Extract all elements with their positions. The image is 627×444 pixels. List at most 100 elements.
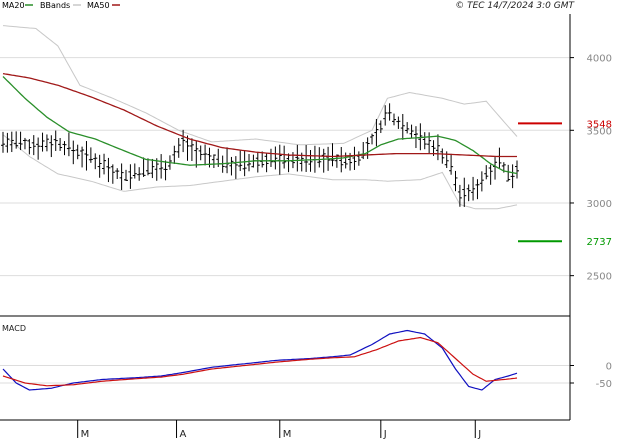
price-tick-label: 4000 xyxy=(587,54,612,65)
price-bar xyxy=(18,131,23,151)
price-bar xyxy=(5,132,10,153)
price-bar xyxy=(229,156,234,176)
price-bar xyxy=(40,132,45,152)
price-bar xyxy=(97,154,102,178)
price-bar xyxy=(264,153,269,173)
price-bar xyxy=(457,184,462,207)
price-bar xyxy=(71,140,76,165)
price-bar xyxy=(124,169,129,181)
month-tick-label: M xyxy=(283,429,292,440)
price-bar xyxy=(49,135,54,158)
price-bar xyxy=(413,126,418,149)
price-bar xyxy=(422,132,427,150)
macd-tick-label: 0 xyxy=(606,362,612,373)
price-bar xyxy=(484,165,489,180)
price-levels: 35482737 xyxy=(518,119,612,248)
price-bar xyxy=(321,148,326,173)
month-tick-label: M xyxy=(81,429,90,440)
price-bar xyxy=(453,170,458,192)
price-bar xyxy=(53,130,58,151)
price-bar xyxy=(203,144,208,166)
legend-ma50-label: MA50 xyxy=(87,1,110,10)
price-bar xyxy=(405,122,410,134)
price-bar xyxy=(479,171,484,192)
price-bar xyxy=(343,152,348,169)
price-bar xyxy=(238,150,243,172)
price-bar xyxy=(449,153,454,175)
price-bar xyxy=(189,138,194,161)
price-bar xyxy=(440,148,445,164)
price-bar xyxy=(370,133,375,145)
legend-ma20-label: MA20 xyxy=(2,1,25,10)
price-bar xyxy=(62,141,67,156)
price-bar xyxy=(260,151,265,168)
price-bar xyxy=(247,154,252,172)
price-bar xyxy=(150,158,155,179)
price-bar xyxy=(471,176,476,201)
price-bar xyxy=(339,146,344,173)
macd-tick-label: -50 xyxy=(596,379,612,390)
bband-line-bbands-1 xyxy=(2,25,518,146)
price-bar xyxy=(418,123,423,151)
macd-lines xyxy=(2,329,518,391)
price-bar xyxy=(1,131,5,153)
legend-bbands-label: BBands xyxy=(40,1,70,10)
price-bar xyxy=(198,145,203,161)
price-bar xyxy=(493,157,498,180)
price-bar xyxy=(435,134,440,161)
price-bar xyxy=(391,113,396,126)
price-bar xyxy=(9,131,14,153)
price-bar xyxy=(510,164,515,189)
price-bar xyxy=(396,116,401,129)
month-tick-label: A xyxy=(180,429,187,440)
price-bar xyxy=(115,168,120,180)
price-bar xyxy=(137,167,142,181)
price-bar xyxy=(317,147,322,168)
price-bar xyxy=(378,120,383,134)
chart-canvas: MA20 BBands MA50 © TEC 14/7/2024 3:0 GMT… xyxy=(0,1,612,440)
ma-line-ma50-3 xyxy=(2,72,517,158)
price-bar xyxy=(58,138,63,151)
price-bar xyxy=(383,105,388,126)
price-bar xyxy=(163,160,168,181)
price-bar xyxy=(308,149,313,172)
price-bar xyxy=(44,134,49,152)
price-bar xyxy=(427,132,432,154)
price-bar xyxy=(233,156,238,179)
price-bars xyxy=(1,103,519,207)
price-bar xyxy=(119,163,124,190)
price-bar xyxy=(84,141,89,171)
price-bar xyxy=(22,137,27,150)
price-bar xyxy=(14,131,19,149)
macd-line-macd xyxy=(2,329,518,391)
price-bar xyxy=(304,144,309,172)
macd-axis: 0 -50 xyxy=(570,362,612,390)
price-bar xyxy=(277,144,282,175)
price-bar xyxy=(361,141,366,160)
price-bar xyxy=(66,132,71,157)
price-bar xyxy=(400,113,405,140)
price-tick-label: 3000 xyxy=(587,199,612,210)
price-bar xyxy=(31,135,36,156)
price-bar xyxy=(211,154,216,169)
price-bar xyxy=(88,147,93,163)
price-bar xyxy=(225,147,230,174)
moving-averages xyxy=(2,72,518,175)
price-bar xyxy=(27,139,32,155)
price-bar xyxy=(110,164,115,184)
bollinger-bands xyxy=(2,25,518,210)
price-bar xyxy=(365,137,370,159)
price-axis: 4000 3500 3000 2500 xyxy=(570,54,612,283)
price-bar xyxy=(409,124,414,139)
price-bar xyxy=(387,103,392,121)
price-bar xyxy=(145,158,150,176)
price-bar xyxy=(515,160,519,179)
timestamp-label: © TEC 14/7/2024 3:0 GMT xyxy=(455,1,575,11)
level-label-2737: 2737 xyxy=(587,237,612,248)
price-tick-label: 2500 xyxy=(587,272,612,283)
price-bar xyxy=(255,152,260,173)
price-bar xyxy=(141,157,146,177)
price-bar xyxy=(36,137,41,160)
price-bar xyxy=(295,144,300,172)
price-bar xyxy=(330,143,335,167)
